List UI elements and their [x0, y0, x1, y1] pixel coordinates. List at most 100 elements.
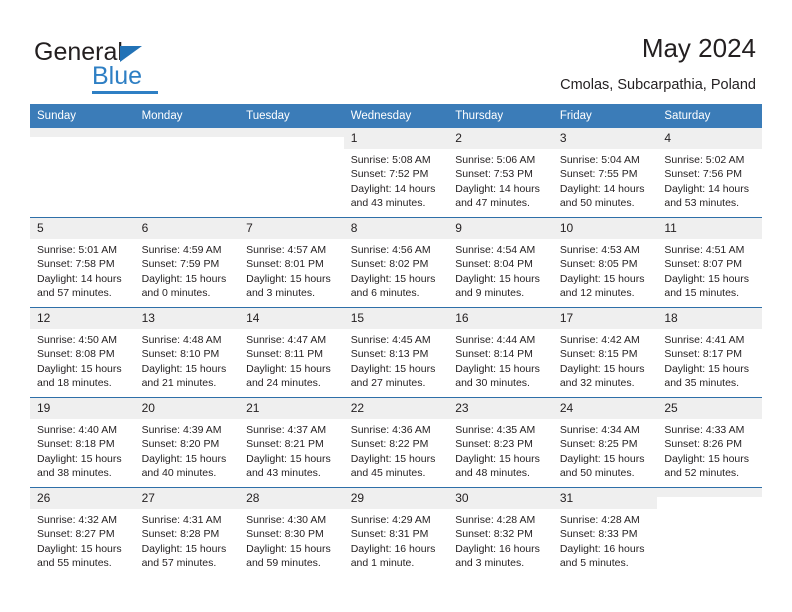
calendar-week-row: 26 Sunrise: 4:32 AM Sunset: 8:27 PM Dayligh…	[30, 487, 762, 577]
page-subtitle-location: Cmolas, Subcarpathia, Poland	[560, 77, 756, 93]
sunrise-text: Sunrise: 5:06 AM	[455, 154, 536, 166]
daylight-text: and 18 minutes.	[37, 377, 112, 390]
day-number: 12	[30, 308, 135, 329]
daylight-text: and 5 minutes.	[559, 557, 629, 570]
calendar-day-cell[interactable]: 2 Sunrise: 5:06 AM Sunset: 7:53 PM Daylight…	[448, 128, 553, 218]
calendar-page: General Blue May 2024 Cmolas, Subcarpath…	[0, 0, 792, 612]
day-number: 10	[552, 218, 658, 239]
sunset-text: Sunset: 8:14 PM	[455, 348, 533, 361]
sunrise-sunset-calendar-table: Sunday Monday Tuesday Wednesday Thursday…	[30, 104, 762, 577]
daylight-text: Daylight: 16 hours	[559, 542, 645, 555]
day-details: Sunrise: 4:45 AM Sunset: 8:13 PM Daylight:…	[344, 329, 449, 391]
daylight-text: Daylight: 15 hours	[350, 452, 436, 465]
logo-triangle-icon	[120, 46, 142, 62]
calendar-day-cell-empty	[30, 128, 135, 218]
weekday-header-monday: Monday	[134, 104, 240, 128]
sunrise-text: Sunrise: 4:29 AM	[350, 514, 431, 526]
daylight-text: Daylight: 15 hours	[664, 362, 750, 375]
calendar-day-cell[interactable]: 5 Sunrise: 5:01 AM Sunset: 7:58 PM Daylight…	[30, 217, 135, 308]
calendar-day-cell[interactable]: 6 Sunrise: 4:59 AM Sunset: 7:59 PM Daylight…	[134, 217, 240, 308]
sunset-text: Sunset: 7:53 PM	[455, 168, 533, 181]
day-details: Sunrise: 4:28 AM Sunset: 8:32 PM Daylight:…	[448, 509, 553, 571]
sunrise-text: Sunrise: 4:57 AM	[246, 244, 327, 256]
day-number: 23	[448, 398, 553, 419]
sunrise-text: Sunrise: 4:44 AM	[455, 334, 536, 346]
calendar-day-cell[interactable]: 8 Sunrise: 4:56 AM Sunset: 8:02 PM Daylight…	[343, 217, 449, 308]
calendar-day-cell[interactable]: 29 Sunrise: 4:29 AM Sunset: 8:31 PM Dayligh…	[343, 487, 449, 577]
calendar-day-cell[interactable]: 18 Sunrise: 4:41 AM Sunset: 8:17 PM Dayligh…	[657, 307, 762, 398]
weekday-header-thursday: Thursday	[448, 104, 553, 128]
day-details: Sunrise: 4:47 AM Sunset: 8:11 PM Daylight:…	[239, 329, 344, 391]
calendar-day-cell[interactable]: 22 Sunrise: 4:36 AM Sunset: 8:22 PM Dayligh…	[343, 397, 449, 488]
calendar-day-cell[interactable]: 16 Sunrise: 4:44 AM Sunset: 8:14 PM Dayligh…	[448, 307, 553, 398]
sunrise-text: Sunrise: 4:32 AM	[37, 514, 117, 526]
day-number: 30	[448, 488, 553, 509]
calendar-day-cell[interactable]: 27 Sunrise: 4:31 AM Sunset: 8:28 PM Dayligh…	[134, 487, 240, 577]
sunset-text: Sunset: 8:15 PM	[559, 348, 638, 361]
calendar-day-cell[interactable]: 26 Sunrise: 4:32 AM Sunset: 8:27 PM Dayligh…	[30, 487, 135, 577]
sunrise-text: Sunrise: 4:50 AM	[37, 334, 117, 346]
sunset-text: Sunset: 8:30 PM	[246, 528, 324, 541]
calendar-day-cell[interactable]: 17 Sunrise: 4:42 AM Sunset: 8:15 PM Dayligh…	[552, 307, 658, 398]
day-details: Sunrise: 4:53 AM Sunset: 8:05 PM Daylight:…	[553, 239, 658, 301]
day-details: Sunrise: 4:35 AM Sunset: 8:23 PM Daylight:…	[448, 419, 553, 481]
daylight-text: and 35 minutes.	[664, 377, 740, 390]
sunset-text: Sunset: 8:21 PM	[246, 438, 324, 451]
sunrise-text: Sunrise: 4:48 AM	[141, 334, 222, 346]
general-blue-logo: General Blue	[34, 38, 254, 94]
calendar-day-cell[interactable]: 1 Sunrise: 5:08 AM Sunset: 7:52 PM Daylight…	[343, 128, 449, 218]
calendar-day-cell[interactable]: 23 Sunrise: 4:35 AM Sunset: 8:23 PM Dayligh…	[448, 397, 553, 488]
day-number: 25	[657, 398, 762, 419]
calendar-day-cell[interactable]: 25 Sunrise: 4:33 AM Sunset: 8:26 PM Dayligh…	[657, 397, 762, 488]
daylight-text: and 6 minutes.	[350, 287, 420, 300]
daylight-text: and 45 minutes.	[350, 467, 426, 480]
day-details: Sunrise: 4:54 AM Sunset: 8:04 PM Daylight:…	[448, 239, 553, 301]
day-number	[30, 128, 135, 137]
day-number: 27	[134, 488, 240, 509]
sunrise-text: Sunrise: 4:33 AM	[664, 424, 745, 436]
day-details: Sunrise: 5:02 AM Sunset: 7:56 PM Daylight:…	[657, 149, 762, 211]
daylight-text: Daylight: 15 hours	[37, 362, 122, 375]
calendar-day-cell[interactable]: 7 Sunrise: 4:57 AM Sunset: 8:01 PM Daylight…	[239, 217, 344, 308]
calendar-day-cell[interactable]: 12 Sunrise: 4:50 AM Sunset: 8:08 PM Dayligh…	[30, 307, 135, 398]
daylight-text: and 50 minutes.	[559, 467, 635, 480]
calendar-day-cell[interactable]: 31 Sunrise: 4:28 AM Sunset: 8:33 PM Dayligh…	[552, 487, 658, 577]
daylight-text: and 38 minutes.	[37, 467, 112, 480]
day-details: Sunrise: 5:08 AM Sunset: 7:52 PM Daylight:…	[344, 149, 449, 211]
calendar-day-cell[interactable]: 30 Sunrise: 4:28 AM Sunset: 8:32 PM Dayligh…	[448, 487, 553, 577]
day-details: Sunrise: 4:39 AM Sunset: 8:20 PM Daylight:…	[135, 419, 240, 481]
calendar-day-cell[interactable]: 20 Sunrise: 4:39 AM Sunset: 8:20 PM Dayligh…	[134, 397, 240, 488]
logo-text-blue: Blue	[92, 62, 143, 90]
sunrise-text: Sunrise: 4:36 AM	[350, 424, 431, 436]
calendar-day-cell[interactable]: 28 Sunrise: 4:30 AM Sunset: 8:30 PM Dayligh…	[239, 487, 344, 577]
calendar-day-cell[interactable]: 4 Sunrise: 5:02 AM Sunset: 7:56 PM Daylight…	[657, 128, 762, 218]
calendar-day-cell[interactable]: 9 Sunrise: 4:54 AM Sunset: 8:04 PM Daylight…	[448, 217, 553, 308]
sunrise-text: Sunrise: 4:34 AM	[559, 424, 640, 436]
day-details: Sunrise: 5:06 AM Sunset: 7:53 PM Daylight:…	[448, 149, 553, 211]
calendar-day-cell[interactable]: 21 Sunrise: 4:37 AM Sunset: 8:21 PM Dayligh…	[239, 397, 344, 488]
weekday-header-friday: Friday	[552, 104, 658, 128]
day-details: Sunrise: 4:42 AM Sunset: 8:15 PM Daylight:…	[553, 329, 658, 391]
calendar-day-cell[interactable]: 19 Sunrise: 4:40 AM Sunset: 8:18 PM Dayligh…	[30, 397, 135, 488]
sunset-text: Sunset: 8:08 PM	[37, 348, 115, 361]
daylight-text: and 47 minutes.	[455, 197, 530, 210]
sunrise-text: Sunrise: 4:59 AM	[141, 244, 222, 256]
day-number: 6	[134, 218, 240, 239]
calendar-day-cell[interactable]: 13 Sunrise: 4:48 AM Sunset: 8:10 PM Dayligh…	[134, 307, 240, 398]
day-details: Sunrise: 4:56 AM Sunset: 8:02 PM Daylight:…	[344, 239, 449, 301]
day-number: 9	[448, 218, 553, 239]
calendar-day-cell[interactable]: 15 Sunrise: 4:45 AM Sunset: 8:13 PM Dayligh…	[343, 307, 449, 398]
calendar-day-cell[interactable]: 11 Sunrise: 4:51 AM Sunset: 8:07 PM Dayligh…	[657, 217, 762, 308]
calendar-week-row: 19 Sunrise: 4:40 AM Sunset: 8:18 PM Dayligh…	[30, 397, 762, 488]
daylight-text: and 27 minutes.	[350, 377, 426, 390]
sunset-text: Sunset: 8:23 PM	[455, 438, 533, 451]
day-number: 2	[448, 128, 553, 149]
calendar-day-cell[interactable]: 14 Sunrise: 4:47 AM Sunset: 8:11 PM Dayligh…	[239, 307, 344, 398]
sunrise-text: Sunrise: 4:39 AM	[141, 424, 222, 436]
sunrise-text: Sunrise: 4:54 AM	[455, 244, 536, 256]
calendar-day-cell[interactable]: 24 Sunrise: 4:34 AM Sunset: 8:25 PM Dayligh…	[552, 397, 658, 488]
day-details: Sunrise: 4:36 AM Sunset: 8:22 PM Daylight:…	[344, 419, 449, 481]
sunset-text: Sunset: 8:10 PM	[141, 348, 220, 361]
calendar-day-cell[interactable]: 10 Sunrise: 4:53 AM Sunset: 8:05 PM Dayligh…	[552, 217, 658, 308]
calendar-day-cell[interactable]: 3 Sunrise: 5:04 AM Sunset: 7:55 PM Daylight…	[552, 128, 658, 218]
